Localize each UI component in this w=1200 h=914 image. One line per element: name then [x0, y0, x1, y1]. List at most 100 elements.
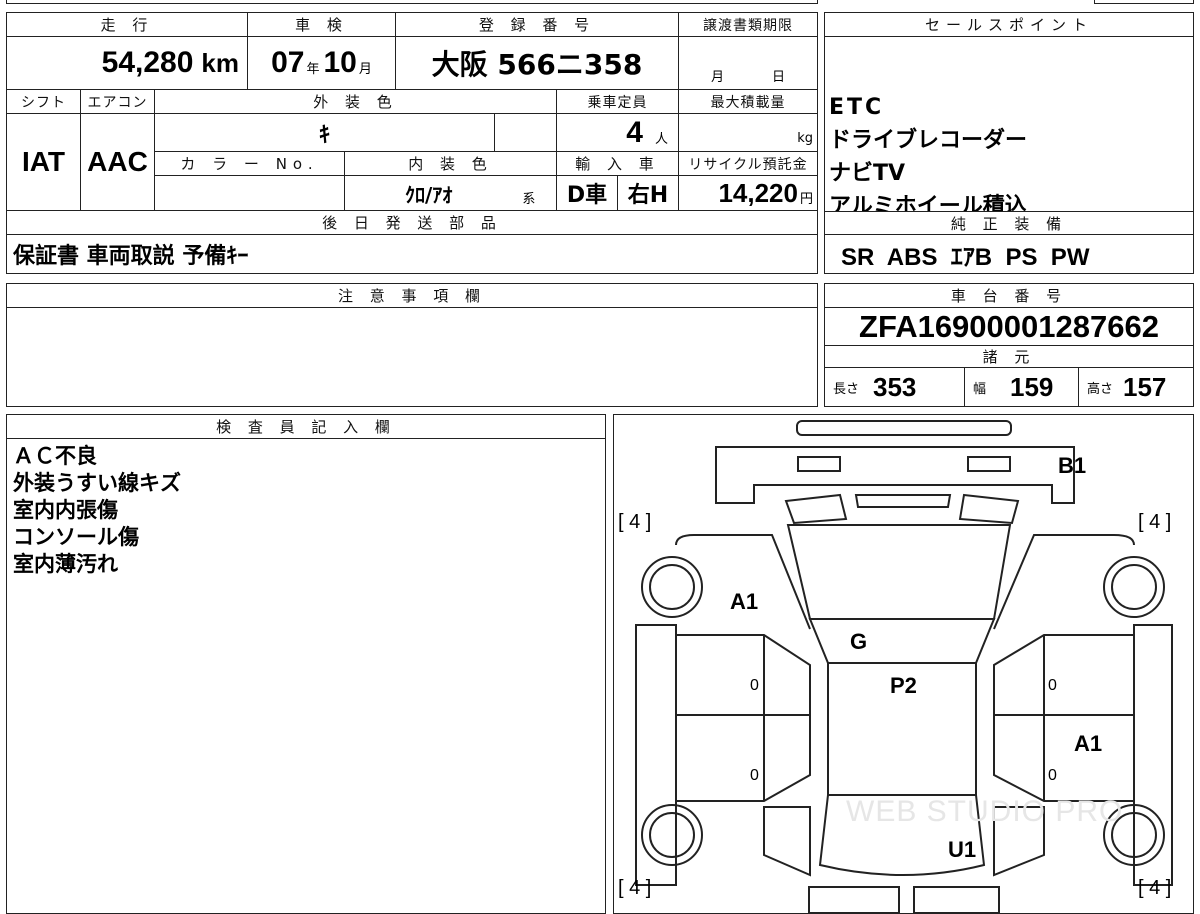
genuine-equipment-value: SR ABS ｴｱB PS PW — [841, 243, 1090, 271]
color-no-header: カ ラ ー No. — [155, 152, 345, 176]
transfer-deadline-cell: 月 日 — [679, 37, 817, 90]
recycle-fee-value: 14,220 — [718, 177, 798, 208]
shift-header: シフト — [7, 90, 81, 114]
import-header: 輸 入 車 — [557, 152, 679, 176]
width-value: 159 — [1010, 371, 1054, 402]
length-value: 353 — [873, 371, 917, 402]
tire-top-left: [ 4 ] — [618, 511, 652, 533]
height-label: 高さ — [1087, 381, 1114, 397]
door-zero-mark: 0 — [1048, 767, 1057, 784]
damage-mark-u1: U1 — [948, 837, 977, 862]
color-no-cell — [155, 176, 345, 211]
max-load-unit: kg — [797, 131, 813, 146]
capacity-cell: 4 人 — [557, 114, 679, 152]
height-value: 157 — [1123, 371, 1167, 402]
inspection-year: 07 — [271, 46, 305, 79]
damage-mark-b1: B1 — [1058, 453, 1087, 478]
door-zero-mark: 0 — [750, 767, 759, 784]
inspector-note-line: 室内内張傷 — [13, 498, 118, 522]
inspector-header: 検 査 員 記 入 欄 — [7, 415, 605, 439]
aircon-cell: AAC — [81, 114, 155, 211]
chassis-box: 車 台 番 号 ZFA16900001287662 諸 元 長さ 353 幅 1… — [824, 283, 1194, 407]
recycle-fee-header: リサイクル預託金 — [679, 152, 817, 176]
car-diagram — [635, 420, 1173, 913]
inspector-note-line: 室内薄汚れ — [13, 552, 118, 576]
damage-mark-a1-right: A1 — [1074, 731, 1103, 756]
sales-point-item: ドライブレコーダー — [829, 128, 1028, 153]
damage-mark-p2: P2 — [890, 673, 917, 698]
car-diagram-box: [ 4 ] [ 4 ] [ 4 ] [ 4 ] B1 A1 G P2 A1 U1… — [613, 414, 1194, 914]
sales-points-header: セールスポイント — [825, 13, 1193, 37]
max-load-cell: kg — [679, 114, 817, 152]
registration-cell: 大阪 566ニ358 — [396, 37, 679, 90]
door-zero-mark: 0 — [750, 677, 759, 694]
registration-value: 大阪 566ニ358 — [431, 48, 643, 81]
import-value-1: D車 — [566, 183, 608, 208]
sales-point-item: ETC — [829, 95, 885, 120]
shift-cell: IAT — [7, 114, 81, 211]
tire-top-right: [ 4 ] — [1138, 511, 1172, 533]
notes-header: 注 意 事 項 欄 — [7, 284, 817, 308]
sales-point-item: ナビTV — [829, 161, 906, 186]
later-parts-header: 後 日 発 送 部 品 — [7, 211, 817, 235]
tire-bottom-right: [ 4 ] — [1138, 877, 1172, 899]
capacity-value: 4 — [626, 115, 643, 149]
transfer-deadline-header: 譲渡書類期限 — [679, 13, 817, 37]
chassis-number: ZFA16900001287662 — [859, 308, 1159, 344]
top-stub-right — [1094, 0, 1194, 4]
max-load-header: 最大積載量 — [679, 90, 817, 114]
inspection-header: 車 検 — [248, 13, 396, 37]
mileage-header: 走 行 — [7, 13, 248, 37]
inspection-year-unit: 年 — [306, 61, 320, 77]
interior-color-suffix: 系 — [522, 191, 536, 207]
shift-value: IAT — [21, 146, 66, 177]
exterior-color-extra — [495, 114, 557, 152]
capacity-unit: 人 — [654, 132, 668, 147]
tire-bottom-left: [ 4 ] — [618, 877, 652, 899]
exterior-color-value: ｷ — [318, 122, 330, 148]
recycle-fee-unit: 円 — [799, 191, 813, 207]
recycle-fee-cell: 14,220 円 — [679, 176, 817, 211]
damage-mark-a1-left: A1 — [730, 589, 759, 614]
inspector-notes: ＡＣ不良 外装うすい線キズ 室内内張傷 コンソール傷 室内薄汚れ — [13, 443, 181, 578]
door-zero-mark: 0 — [1048, 677, 1057, 694]
genuine-equipment-cell: SR ABS ｴｱB PS PW — [825, 235, 1193, 273]
watermark: WEB STUDIO PRO — [846, 795, 1124, 828]
import-value-2: 右H — [627, 183, 669, 208]
inspector-note-line: 外装うすい線キズ — [13, 471, 181, 495]
aircon-header: エアコン — [81, 90, 155, 114]
chassis-number-cell: ZFA16900001287662 — [825, 308, 1193, 346]
mileage-unit: km — [201, 47, 239, 78]
capacity-header: 乗車定員 — [557, 90, 679, 114]
vehicle-info-grid: 走 行 車 検 登 録 番 号 譲渡書類期限 54,280 km 07 年 10… — [6, 12, 818, 274]
inspector-box: 検 査 員 記 入 欄 ＡＣ不良 外装うすい線キズ 室内内張傷 コンソール傷 室… — [6, 414, 606, 914]
later-parts-value: 保証書 車両取説 予備ｷｰ — [13, 244, 249, 269]
top-stub-row — [6, 0, 818, 4]
aircon-value: AAC — [87, 146, 148, 177]
transfer-day-unit: 日 — [772, 70, 786, 85]
chassis-header: 車 台 番 号 — [825, 284, 1193, 308]
transfer-month-unit: 月 — [710, 70, 724, 85]
genuine-equipment-header: 純 正 装 備 — [825, 211, 1193, 235]
import-cell-2: 右H — [618, 176, 679, 211]
import-cell-1: D車 — [557, 176, 618, 211]
interior-color-value: ｸﾛ/ｱｵ — [405, 182, 453, 207]
exterior-color-header: 外 装 色 — [155, 90, 557, 114]
sales-points-box: セールスポイント ETC ドライブレコーダー ナビTV アルミホイール積込 純 … — [824, 12, 1194, 274]
mileage-cell: 54,280 km — [7, 37, 248, 90]
sales-points-list: ETC ドライブレコーダー ナビTV アルミホイール積込 — [829, 91, 1027, 223]
interior-color-header: 内 装 色 — [345, 152, 557, 176]
width-cell: 幅 159 — [965, 368, 1079, 406]
length-label: 長さ — [833, 381, 860, 397]
inspection-month: 10 — [323, 46, 357, 79]
inspection-cell: 07 年 10 月 — [248, 37, 396, 90]
spec-header: 諸 元 — [825, 346, 1193, 368]
registration-header: 登 録 番 号 — [396, 13, 679, 37]
interior-color-cell: ｸﾛ/ｱｵ 系 — [345, 176, 557, 211]
mileage-value: 54,280 — [101, 46, 194, 79]
length-cell: 長さ 353 — [825, 368, 965, 406]
later-parts-cell: 保証書 車両取説 予備ｷｰ — [7, 235, 817, 273]
height-cell: 高さ 157 — [1079, 368, 1193, 406]
notes-box: 注 意 事 項 欄 — [6, 283, 818, 407]
inspector-note-line: コンソール傷 — [13, 525, 139, 549]
